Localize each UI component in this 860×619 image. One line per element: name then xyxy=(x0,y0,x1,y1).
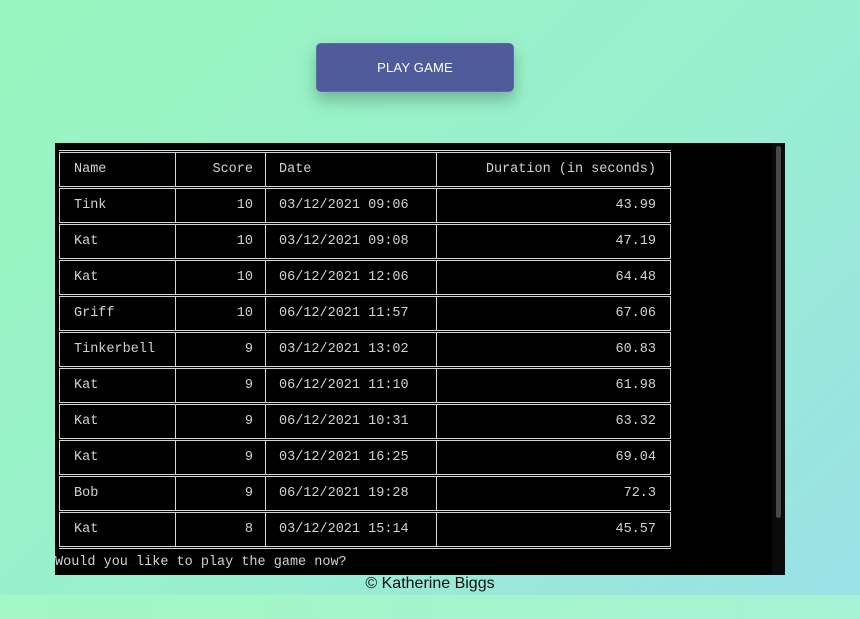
table-row: Kat 10 06/12/2021 12:06 64.48 xyxy=(59,261,671,297)
header-duration: Duration (in seconds) xyxy=(437,153,671,186)
terminal-scrollbar[interactable] xyxy=(772,143,785,575)
cell-duration: 45.57 xyxy=(437,513,671,546)
table-body: Tink 10 03/12/2021 09:06 43.99 Kat 10 03/12/20… xyxy=(59,189,671,549)
cell-name: Kat xyxy=(59,513,176,546)
footer-copyright: © Katherine Biggs xyxy=(365,575,495,592)
table-header-row: Name Score Date Duration (in seconds) xyxy=(59,153,671,189)
cell-date: 06/12/2021 12:06 xyxy=(266,261,437,294)
cell-name: Kat xyxy=(59,441,176,474)
cell-score: 10 xyxy=(176,225,266,258)
cell-date: 03/12/2021 15:14 xyxy=(266,513,437,546)
cell-score: 9 xyxy=(176,441,266,474)
cell-score: 10 xyxy=(176,189,266,222)
header-name: Name xyxy=(59,153,176,186)
cell-date: 03/12/2021 13:02 xyxy=(266,333,437,366)
cell-name: Kat xyxy=(59,369,176,402)
leaderboard-table: Name Score Date Duration (in seconds) Ti… xyxy=(59,150,671,549)
header-score: Score xyxy=(176,153,266,186)
cell-duration: 69.04 xyxy=(437,441,671,474)
cell-duration: 72.3 xyxy=(437,477,671,510)
cell-score: 8 xyxy=(176,513,266,546)
cell-score: 10 xyxy=(176,261,266,294)
cell-name: Tinkerbell xyxy=(59,333,176,366)
cell-date: 06/12/2021 10:31 xyxy=(266,405,437,438)
table-row: Kat 9 06/12/2021 11:10 61.98 xyxy=(59,369,671,405)
cell-score: 9 xyxy=(176,477,266,510)
table-row: Griff 10 06/12/2021 11:57 67.06 xyxy=(59,297,671,333)
header-date: Date xyxy=(266,153,437,186)
table-row: Kat 8 03/12/2021 15:14 45.57 xyxy=(59,513,671,549)
bottom-strip xyxy=(0,595,860,619)
cell-name: Griff xyxy=(59,297,176,330)
table-row: Kat 9 03/12/2021 16:25 69.04 xyxy=(59,441,671,477)
cell-duration: 67.06 xyxy=(437,297,671,330)
cell-name: Kat xyxy=(59,261,176,294)
cell-name: Tink xyxy=(59,189,176,222)
cell-duration: 43.99 xyxy=(437,189,671,222)
cell-name: Kat xyxy=(59,405,176,438)
table-row: Kat 10 03/12/2021 09:08 47.19 xyxy=(59,225,671,261)
cell-duration: 63.32 xyxy=(437,405,671,438)
cell-duration: 61.98 xyxy=(437,369,671,402)
cell-duration: 64.48 xyxy=(437,261,671,294)
cell-date: 03/12/2021 09:06 xyxy=(266,189,437,222)
table-row: Tinkerbell 9 03/12/2021 13:02 60.83 xyxy=(59,333,671,369)
terminal-prompt: Would you like to play the game now? xyxy=(55,555,347,570)
table-row: Tink 10 03/12/2021 09:06 43.99 xyxy=(59,189,671,225)
cell-date: 06/12/2021 11:10 xyxy=(266,369,437,402)
cell-date: 03/12/2021 16:25 xyxy=(266,441,437,474)
terminal-window[interactable]: Name Score Date Duration (in seconds) Ti… xyxy=(55,143,785,575)
cell-name: Bob xyxy=(59,477,176,510)
scrollbar-thumb[interactable] xyxy=(776,146,781,518)
play-game-button[interactable]: PLAY GAME xyxy=(316,43,514,92)
cell-duration: 47.19 xyxy=(437,225,671,258)
cell-date: 06/12/2021 19:28 xyxy=(266,477,437,510)
cell-date: 06/12/2021 11:57 xyxy=(266,297,437,330)
table-row: Kat 9 06/12/2021 10:31 63.32 xyxy=(59,405,671,441)
cell-date: 03/12/2021 09:08 xyxy=(266,225,437,258)
table-row: Bob 9 06/12/2021 19:28 72.3 xyxy=(59,477,671,513)
cell-name: Kat xyxy=(59,225,176,258)
cell-score: 9 xyxy=(176,405,266,438)
cell-duration: 60.83 xyxy=(437,333,671,366)
cell-score: 10 xyxy=(176,297,266,330)
cell-score: 9 xyxy=(176,369,266,402)
cell-score: 9 xyxy=(176,333,266,366)
